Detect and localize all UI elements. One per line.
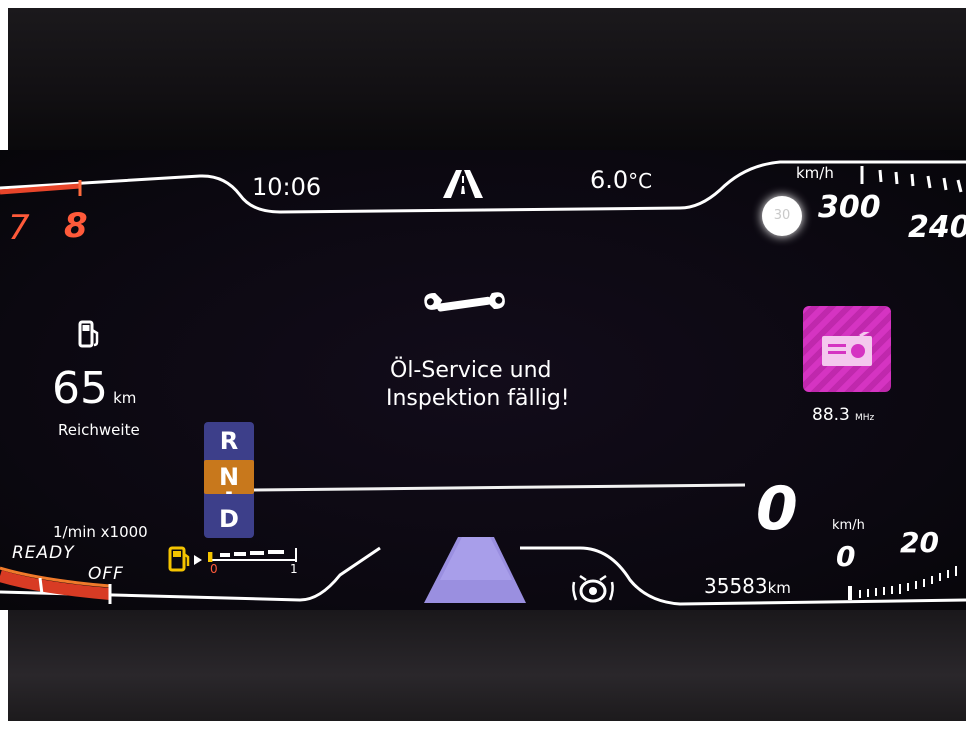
fuel-level-bar <box>208 548 297 562</box>
road-icon <box>443 170 483 202</box>
speedo-tick-240: 240 <box>908 210 966 245</box>
fuel-gauge-max: 1 <box>290 562 298 576</box>
speed-unit-top: km/h <box>796 164 834 182</box>
speedo-tick-300: 300 <box>818 190 881 225</box>
outside-temperature: 6.0°C <box>590 166 652 194</box>
current-speed-unit: km/h <box>832 518 865 533</box>
fuel-can-icon <box>168 546 208 578</box>
fuel-level-fill <box>208 552 213 562</box>
speedo-tick-0: 0 <box>836 540 856 573</box>
service-message-line1: Öl-Service und <box>390 358 552 383</box>
range-number: 65 <box>52 363 108 414</box>
speedo-tick-20: 20 <box>900 526 939 559</box>
tacho-tick-7: 7 <box>8 208 30 248</box>
gear-separator: - <box>225 482 233 503</box>
outside-temperature-value: 6.0 <box>590 166 629 194</box>
temperature-unit: °C <box>628 169 653 193</box>
clock: 10:06 <box>252 173 322 201</box>
range-unit: km <box>113 389 137 407</box>
gear-r: R <box>219 427 239 455</box>
odometer-value: 35583 <box>704 574 768 598</box>
engine-off-indicator: OFF <box>88 564 124 584</box>
fuel-pump-icon <box>78 320 100 354</box>
odometer: 35583km <box>704 574 791 598</box>
tacho-unit: 1/min x1000 <box>53 523 148 541</box>
wrench-icon <box>423 283 507 329</box>
radio-frequency-unit: MHz <box>854 413 875 423</box>
radio-frequency: 88.3 MHz <box>812 405 874 425</box>
range-label: Reichweite <box>58 421 140 439</box>
fuel-gauge-min: 0 <box>210 562 218 576</box>
radio-frequency-value: 88.3 <box>812 405 850 425</box>
service-message-line2: Inspektion fällig! <box>386 386 570 411</box>
gear-d: D <box>219 505 239 533</box>
radio-icon <box>822 328 874 372</box>
speed-limit-value: 30 <box>773 208 791 223</box>
range-value: 65 km <box>52 363 136 414</box>
ready-indicator: READY <box>12 543 75 563</box>
driver-assist-icon <box>570 572 616 610</box>
speed-limit-sign: 30 <box>762 196 802 236</box>
odometer-unit: km <box>767 579 791 597</box>
current-speed: 0 <box>756 474 798 544</box>
tacho-tick-8: 8 <box>64 206 88 246</box>
